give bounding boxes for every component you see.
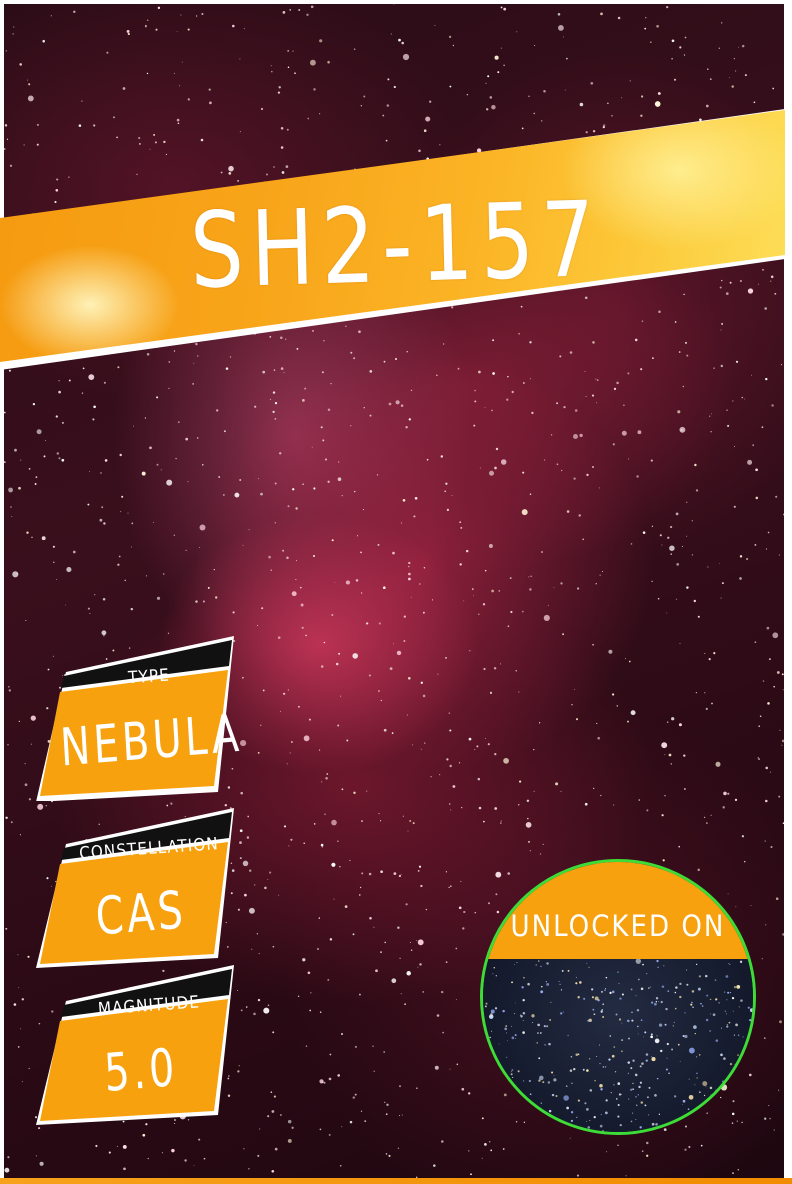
object-title: SH2-157 xyxy=(188,178,604,312)
magnitude-value: 5.0 xyxy=(102,1038,180,1104)
card-border-left xyxy=(0,0,4,1184)
unlock-starfield xyxy=(483,959,753,1132)
unlocked-on-header: UNLOCKED ON xyxy=(483,862,753,959)
type-value: NEBULA xyxy=(58,703,244,779)
constellation-value: CAS xyxy=(94,880,188,948)
unlocked-on-label: UNLOCKED ON xyxy=(510,909,726,943)
card-border-bottom xyxy=(0,1178,792,1184)
unlocked-on-badge: UNLOCKED ON xyxy=(480,859,756,1135)
